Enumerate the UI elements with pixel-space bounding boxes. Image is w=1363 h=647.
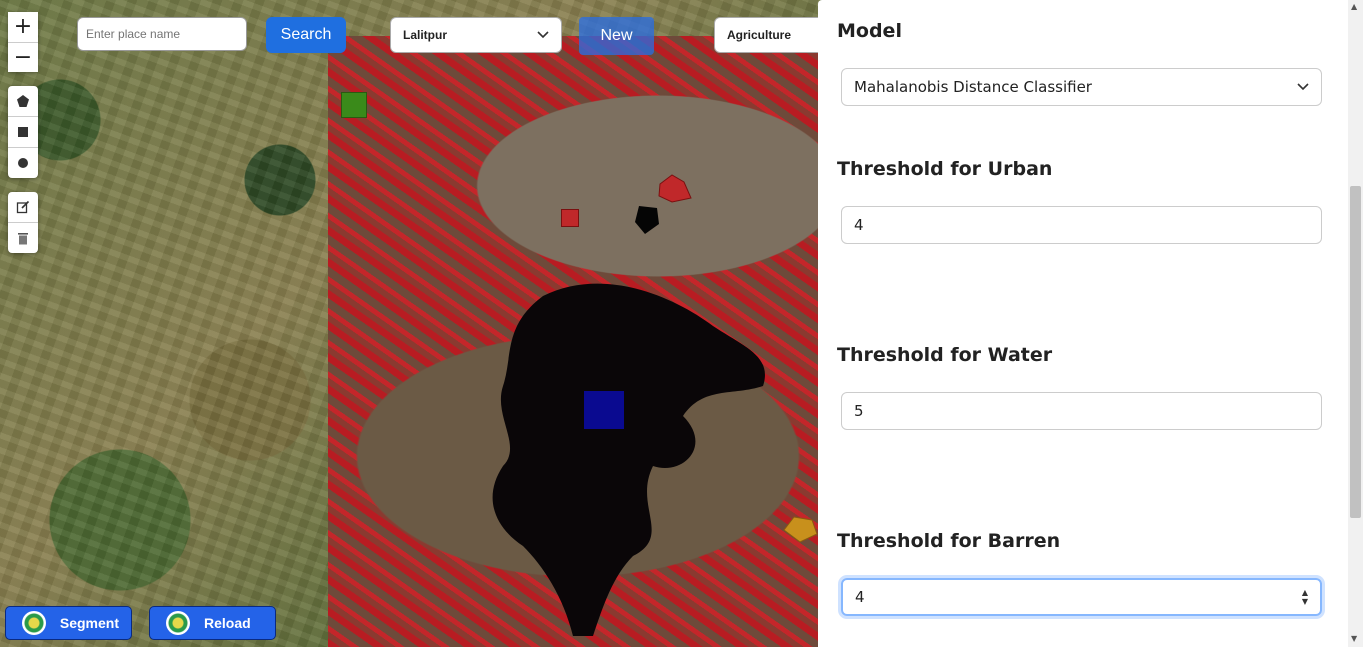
segment-button-label: Segment (59, 615, 119, 631)
urban-threshold-input[interactable]: 4 (841, 206, 1322, 244)
class-select-value: Agriculture (727, 28, 792, 42)
zoom-in-button[interactable]: + (8, 12, 38, 42)
reload-button[interactable]: Reload (149, 606, 276, 640)
urban-threshold-value: 4 (854, 216, 864, 234)
water-threshold-input[interactable]: 5 (841, 392, 1322, 430)
panel-scrollbar[interactable]: ▲ ▼ (1348, 0, 1363, 647)
trash-icon[interactable] (8, 222, 38, 253)
reload-button-label: Reload (204, 615, 251, 631)
app-logo-icon (166, 611, 190, 635)
draw-toolbar (8, 86, 38, 178)
new-button[interactable]: New (579, 17, 654, 55)
water-sample-marker[interactable] (584, 391, 624, 429)
polygon-icon[interactable] (8, 86, 38, 116)
segment-button[interactable]: Segment (5, 606, 132, 640)
place-search-input[interactable] (77, 17, 247, 51)
water-threshold-heading: Threshold for Water (837, 344, 1053, 366)
circle-icon[interactable] (8, 147, 38, 178)
model-select[interactable]: Mahalanobis Distance Classifier (841, 68, 1322, 106)
edit-toolbar (8, 192, 38, 253)
model-select-value: Mahalanobis Distance Classifier (854, 78, 1092, 96)
chevron-down-icon (1297, 83, 1309, 91)
reservoir-shape (492, 283, 765, 636)
district-select-value: Lalitpur (403, 28, 447, 42)
urban-sample-marker[interactable] (561, 209, 579, 227)
barren-threshold-input[interactable]: 4 ▲ ▼ (841, 578, 1322, 616)
number-spinner-icon[interactable]: ▲ ▼ (1302, 588, 1308, 606)
class-select[interactable]: Agriculture (714, 17, 820, 53)
shadow-polygon-marker (635, 206, 659, 234)
edit-icon[interactable] (8, 192, 38, 222)
urban-threshold-heading: Threshold for Urban (837, 158, 1053, 180)
chevron-down-icon (537, 31, 549, 39)
district-select[interactable]: Lalitpur (390, 17, 562, 53)
app-logo-icon (22, 611, 46, 635)
agriculture-sample-marker[interactable] (341, 92, 367, 118)
zoom-out-button[interactable]: − (8, 42, 38, 72)
search-button[interactable]: Search (266, 17, 346, 53)
rectangle-icon[interactable] (8, 116, 38, 147)
water-threshold-value: 5 (854, 402, 864, 420)
urban-polygon-marker[interactable] (656, 174, 692, 204)
map-view[interactable]: + − Search Lalitpur New Agriculture Segm… (0, 0, 820, 647)
barren-threshold-value: 4 (855, 588, 865, 606)
model-heading: Model (837, 20, 902, 42)
settings-panel: Model Mahalanobis Distance Classifier Th… (818, 0, 1363, 647)
scroll-up-icon[interactable]: ▲ (1351, 2, 1357, 11)
scrollbar-thumb[interactable] (1350, 186, 1361, 518)
false-color-overlay (328, 36, 820, 647)
barren-polygon-marker[interactable] (782, 514, 818, 544)
zoom-control: + − (8, 12, 38, 72)
scroll-down-icon[interactable]: ▼ (1351, 634, 1357, 643)
barren-threshold-heading: Threshold for Barren (837, 530, 1061, 552)
